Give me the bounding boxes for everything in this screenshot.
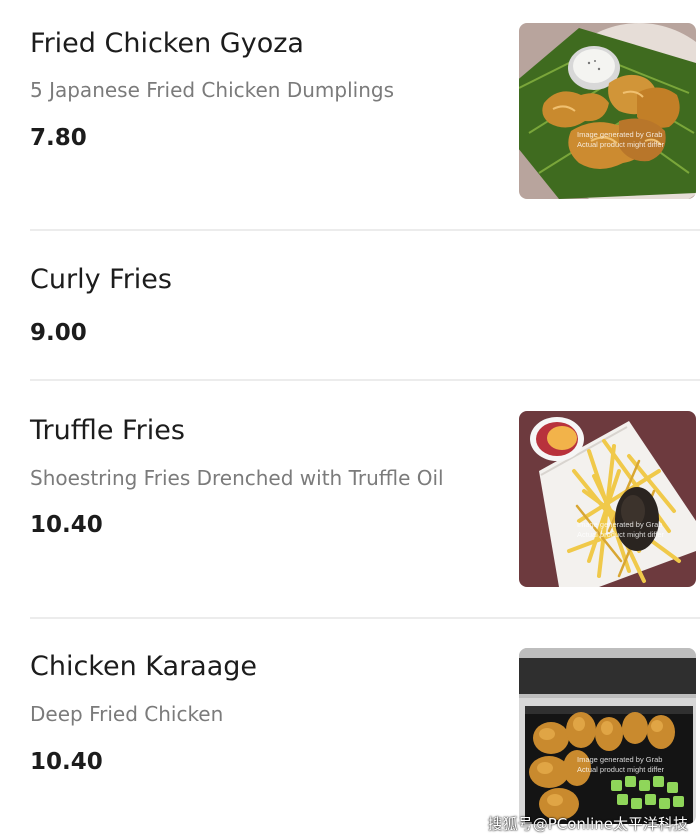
item-price: 10.40 <box>30 749 103 775</box>
item-photo-fried-chicken-gyoza[interactable]: Image generated by Grab Actual product m… <box>519 23 696 199</box>
fried-chicken-photo <box>519 23 696 199</box>
item-photo-truffle-fries[interactable]: Image generated by Grab Actual product m… <box>519 411 696 587</box>
item-price: 10.40 <box>30 512 103 538</box>
item-price: 9.00 <box>30 320 87 346</box>
menu-item-fried-chicken-gyoza[interactable]: Fried Chicken Gyoza 5 Japanese Fried Chi… <box>0 0 700 230</box>
truffle-fries-photo <box>519 411 696 587</box>
watermark-text: 搜狐号@PConline太平洋科技 <box>487 815 688 833</box>
image-disclaimer-line2: Actual product might differ <box>577 765 664 774</box>
image-disclaimer-line2: Actual product might differ <box>577 140 664 149</box>
item-name: Truffle Fries <box>30 415 185 446</box>
image-disclaimer-line2: Actual product might differ <box>577 530 664 539</box>
image-disclaimer-line1: Image generated by Grab <box>577 755 663 764</box>
item-name: Fried Chicken Gyoza <box>30 28 304 59</box>
image-disclaimer-line1: Image generated by Grab <box>577 520 663 529</box>
item-description: 5 Japanese Fried Chicken Dumplings <box>30 78 394 102</box>
item-name: Chicken Karaage <box>30 651 258 682</box>
chicken-karaage-photo <box>519 648 696 824</box>
item-name: Curly Fries <box>30 264 172 295</box>
menu-item-chicken-karaage[interactable]: Chicken Karaage Deep Fried Chicken 10.40 <box>0 619 700 840</box>
menu-item-truffle-fries[interactable]: Truffle Fries Shoestring Fries Drenched … <box>0 381 700 617</box>
item-price: 7.80 <box>30 125 87 151</box>
item-description: Shoestring Fries Drenched with Truffle O… <box>30 466 444 490</box>
item-photo-chicken-karaage[interactable]: Image generated by Grab Actual product m… <box>519 648 696 824</box>
image-disclaimer-line1: Image generated by Grab <box>577 130 663 139</box>
menu-item-curly-fries[interactable]: Curly Fries 9.00 <box>0 231 700 381</box>
item-description: Deep Fried Chicken <box>30 702 224 726</box>
